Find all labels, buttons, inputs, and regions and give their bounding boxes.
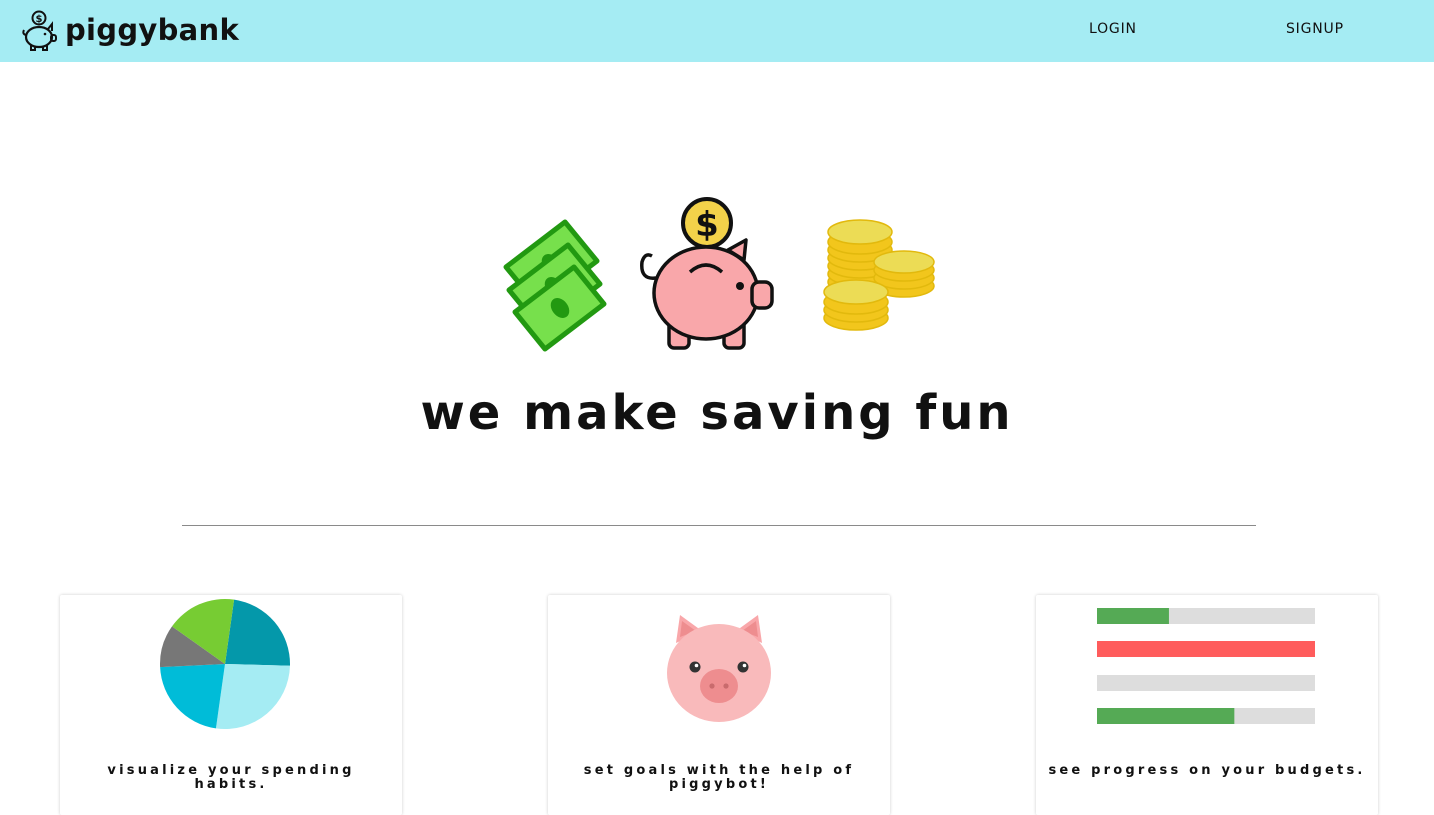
navbar: $ piggybank LOGIN SIGNUP (0, 0, 1434, 62)
brand-logo-link[interactable]: $ piggybank (22, 8, 239, 52)
coin-dollar-sign: $ (695, 205, 719, 245)
budget-bar-fill (1097, 608, 1169, 624)
pie-slice (160, 664, 225, 729)
pie-chart-icon (160, 599, 290, 729)
feature-text-budgets: see progress on your budgets. (1048, 763, 1366, 778)
feature-card-spending: visualize your spending habits. (60, 595, 402, 815)
signup-link[interactable]: SIGNUP (1286, 21, 1344, 37)
piggy-bank-coin-icon: $ (640, 197, 774, 350)
feature-text-spending: visualize your spending habits. (107, 763, 355, 792)
cash-icon (503, 219, 607, 352)
svg-text:$: $ (36, 14, 43, 25)
hero-title: we make saving fun (420, 385, 1014, 441)
pie-slice (215, 664, 290, 729)
budget-bar-fill (1097, 708, 1235, 724)
login-link[interactable]: LOGIN (1089, 21, 1137, 37)
feature-card-goals: set goals with the help of piggybot! (548, 595, 890, 815)
progress-bars-icon (1097, 608, 1315, 724)
section-divider (182, 525, 1256, 526)
budget-bar-track (1097, 675, 1315, 691)
pig-face-icon (667, 615, 771, 722)
feature-card-budgets: see progress on your budgets. (1036, 595, 1378, 815)
hero-illustration: $ (503, 197, 935, 352)
feature-text-goals: set goals with the help of piggybot! (583, 763, 855, 792)
coin-stack-icon (823, 219, 935, 331)
pie-slice (225, 599, 290, 666)
brand-name: piggybank (65, 13, 240, 47)
budget-bar-fill (1097, 641, 1315, 657)
piggy-bank-logo-icon: $ (22, 10, 57, 51)
